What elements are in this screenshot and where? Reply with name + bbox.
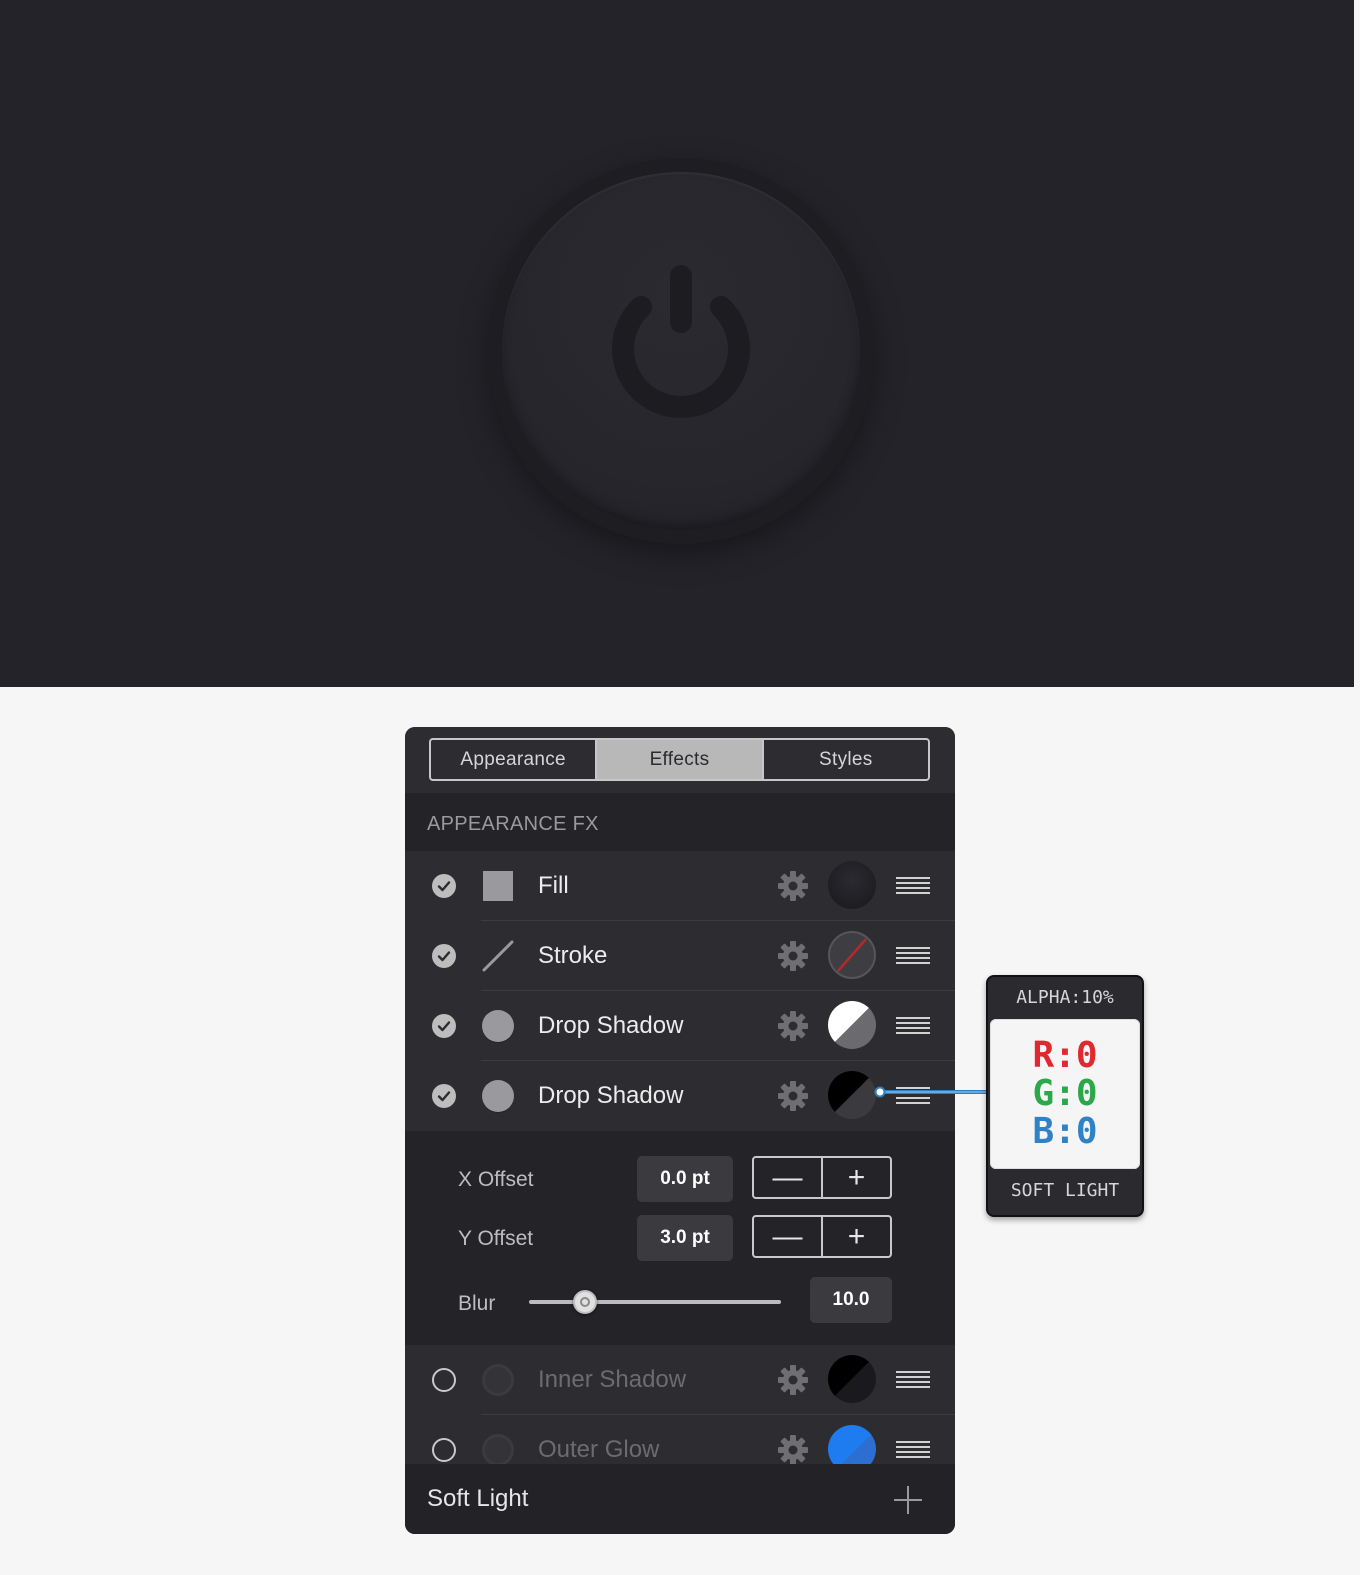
enabled-checkbox[interactable] (432, 874, 456, 898)
tab-styles[interactable]: Styles (761, 740, 928, 779)
checkmark-icon (437, 1021, 451, 1032)
section-header: APPEARANCE FX (405, 793, 955, 851)
tab-effects[interactable]: Effects (595, 740, 762, 779)
gear-icon[interactable] (777, 870, 809, 902)
checkmark-icon (437, 1091, 451, 1102)
section-title: APPEARANCE FX (427, 813, 599, 835)
x-offset-input[interactable]: 0.0 pt (637, 1156, 733, 1202)
blur-slider-handle[interactable] (573, 1290, 597, 1314)
blur-label: Blur (458, 1292, 496, 1315)
y-offset-label: Y Offset (458, 1227, 534, 1250)
preview-canvas (0, 0, 1360, 687)
x-offset-label: X Offset (458, 1168, 534, 1191)
blend-mode-value: SOFT LIGHT (1010, 1180, 1120, 1201)
drag-handle-icon[interactable] (896, 947, 930, 965)
enabled-checkbox[interactable] (432, 1084, 456, 1108)
y-offset-increment-button[interactable]: + (821, 1217, 890, 1256)
drop-shadow-settings: X Offset 0.0 pt — + Y Offset 3.0 pt — + … (405, 1131, 955, 1345)
add-effect-icon[interactable] (892, 1484, 924, 1516)
no-color-slash-icon (837, 938, 867, 972)
blend-mode-label[interactable]: Soft Light (427, 1485, 528, 1513)
drag-handle-icon[interactable] (896, 877, 930, 895)
effect-label: Inner Shadow (538, 1366, 687, 1393)
checkmark-icon (437, 951, 451, 962)
color-swatch[interactable] (828, 1001, 876, 1049)
effect-row-fill[interactable]: Fill (405, 851, 955, 921)
callout-connector (874, 1086, 986, 1098)
gear-icon[interactable] (777, 940, 809, 972)
color-swatch-none[interactable] (828, 931, 876, 979)
y-offset-input[interactable]: 3.0 pt (637, 1215, 733, 1261)
gear-icon[interactable] (777, 1010, 809, 1042)
effect-label: Drop Shadow (538, 1082, 684, 1109)
color-swatch-selected[interactable] (828, 1071, 876, 1119)
power-icon (612, 265, 750, 418)
effect-row-inner-shadow[interactable]: Inner Shadow (405, 1345, 955, 1415)
enabled-checkbox[interactable] (432, 1438, 456, 1462)
x-offset-increment-button[interactable]: + (821, 1158, 890, 1197)
circle-shadow-icon (482, 1364, 514, 1396)
effect-label: Stroke (538, 942, 608, 969)
enabled-checkbox[interactable] (432, 1014, 456, 1038)
enabled-checkbox[interactable] (432, 1368, 456, 1392)
red-value: R:0 (1032, 1035, 1098, 1076)
circle-shadow-icon (482, 1434, 514, 1466)
blur-slider[interactable] (529, 1300, 781, 1304)
panel-footer: Soft Light (405, 1464, 955, 1534)
drag-handle-icon[interactable] (896, 1371, 930, 1389)
x-offset-stepper: — + (752, 1156, 892, 1199)
gear-icon[interactable] (777, 1364, 809, 1396)
circle-shadow-icon (482, 1080, 514, 1113)
effect-label: Outer Glow (538, 1436, 660, 1463)
color-swatch[interactable] (828, 861, 876, 909)
x-offset-decrement-button[interactable]: — (754, 1158, 821, 1197)
color-swatch[interactable] (828, 1355, 876, 1403)
alpha-label: ALPHA:10% (1016, 987, 1114, 1008)
stroke-line-icon (482, 940, 514, 972)
color-info-callout: ALPHA:10% R:0 G:0 B:0 SOFT LIGHT (986, 975, 1144, 1217)
gear-icon[interactable] (777, 1434, 809, 1466)
checkmark-icon (437, 881, 451, 892)
green-value: G:0 (1032, 1073, 1098, 1114)
blur-input[interactable]: 10.0 (810, 1277, 892, 1323)
effect-label: Drop Shadow (538, 1012, 684, 1039)
effects-panel: Appearance Effects Styles APPEARANCE FX … (405, 727, 955, 1534)
y-offset-decrement-button[interactable]: — (754, 1217, 821, 1256)
y-offset-stepper: — + (752, 1215, 892, 1258)
drag-handle-icon[interactable] (896, 1017, 930, 1035)
gear-icon[interactable] (777, 1080, 809, 1112)
rgb-card: R:0 G:0 B:0 (990, 1019, 1140, 1169)
square-fill-icon (483, 871, 513, 901)
effect-row-stroke[interactable]: Stroke (405, 921, 955, 991)
effect-label: Fill (538, 872, 569, 899)
segmented-tabs: Appearance Effects Styles (429, 738, 930, 781)
effect-row-drop-shadow-2[interactable]: Drop Shadow (405, 1061, 955, 1131)
enabled-checkbox[interactable] (432, 944, 456, 968)
drag-handle-icon[interactable] (896, 1441, 930, 1459)
blue-value: B:0 (1032, 1111, 1098, 1152)
tabs-bar: Appearance Effects Styles (405, 727, 955, 793)
effect-row-drop-shadow-1[interactable]: Drop Shadow (405, 991, 955, 1061)
tab-appearance[interactable]: Appearance (431, 740, 595, 779)
circle-shadow-icon (482, 1010, 514, 1043)
